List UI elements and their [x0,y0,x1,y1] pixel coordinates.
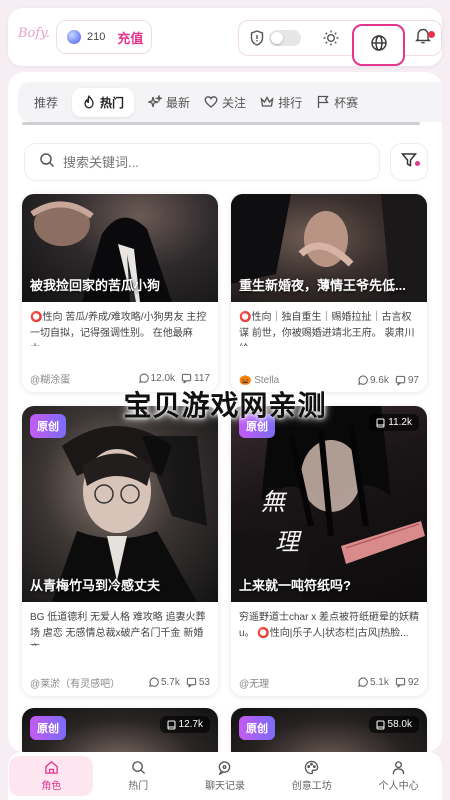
nav-workshop[interactable]: 创意工坊 [270,756,354,796]
mode-toggle[interactable] [269,30,301,46]
bell-icon [415,27,431,49]
tab-recommend[interactable]: 推荐 [34,94,58,111]
search-input[interactable] [63,154,343,170]
character-card[interactable]: 重生新婚夜，薄情王爷先低... ⭕性向｜独自重生｜赐婚拉扯｜古言权谋 前世，你被… [231,194,427,392]
tab-cup[interactable]: 杯赛 [316,94,358,111]
card-author[interactable]: @无理 [239,675,351,690]
palette-icon [305,760,319,775]
card-cover: 原创 从青梅竹马到冷感丈夫 [22,406,218,602]
likes-stat: 5.1k [357,677,389,688]
message-icon [186,677,197,688]
sun-icon[interactable] [321,21,341,55]
chat-bubble-icon [148,677,159,687]
shield-icon[interactable] [249,21,265,55]
character-card[interactable]: 原创 58.0k [231,708,427,752]
nav-characters[interactable]: 角色 [9,756,94,796]
card-title: 从青梅竹马到冷感丈夫 [30,578,161,593]
tabs-scrollbar[interactable] [22,122,420,125]
gem-icon [67,30,81,44]
card-cover: 原创 12.7k [22,708,218,752]
original-badge: 原创 [30,716,66,740]
original-badge: 原创 [239,716,275,740]
likes-stat: 12.0k [138,373,175,384]
read-count: 12.7k [159,716,210,733]
search-icon [131,761,145,775]
chat-bubble-icon [357,677,368,687]
card-description: ⭕性向｜独自重生｜赐婚拉扯｜古言权谋 前世，你被赐婚进靖北王府。 裴肃川给... [239,312,415,346]
card-cover: 重生新婚夜，薄情王爷先低... [231,194,427,302]
tab-follow[interactable]: 关注 [204,94,246,111]
card-meta: @莱淤（有灵感吧） 5.7k 53 [30,675,210,690]
card-description: ⭕性向 苦瓜/养成/难攻略/小狗男友 主控一切自拟，记得强调性别。 在他最麻木.… [30,312,207,346]
recharge-button[interactable]: 充值 [117,28,143,47]
bottom-nav: 角色 热门 聊天记录 创意工坊 个人中心 [8,752,442,800]
character-card[interactable]: 被我捡回家的苦瓜小狗 ⭕性向 苦瓜/养成/难攻略/小狗男友 主控一切自拟，记得强… [22,194,218,392]
card-cover: 原创 58.0k [231,708,427,752]
read-count: 58.0k [368,716,419,733]
sparkle-icon [148,95,163,108]
character-card[interactable]: 原创 从青梅竹马到冷感丈夫 BG 低道德利 无爱人格 难攻略 追妻火葬场 虐恋 … [22,406,218,696]
search-icon [39,152,55,173]
notification-dot [428,31,435,38]
book-icon [376,720,385,729]
cover-calligraphy: 理 [275,528,299,556]
toolbar [238,20,442,66]
globe-icon [370,34,388,57]
coin-balance[interactable]: 210 充值 [56,20,152,54]
flame-icon [84,95,94,109]
top-bar: Bofy. 210 充值 [8,8,442,66]
card-description: 穷遥野道士char x 差点被符纸砸晕的妖精u。 ⭕性向|乐子人|状态栏|古风|… [239,612,420,639]
character-card[interactable]: 原创 11.2k 無 理 上来就一吨符纸吗? 穷遥野道士char x 差点被符纸… [231,406,427,696]
filter-active-dot [415,161,420,166]
likes-stat: 5.7k [148,677,180,688]
card-author[interactable]: @莱淤（有灵感吧） [30,675,142,690]
search-box[interactable] [24,143,380,181]
chat-icon [219,761,231,775]
character-card[interactable]: 原创 12.7k [22,708,218,752]
message-icon [395,677,406,688]
heart-icon [204,96,218,108]
card-title: 被我捡回家的苦瓜小狗 [30,278,161,293]
chats-stat: 92 [395,677,419,688]
tab-hot[interactable]: 热门 [72,87,135,117]
cover-calligraphy: 無 [261,488,285,516]
watermark-overlay: 宝贝游戏网亲测 [123,390,327,421]
filter-button[interactable] [390,143,428,181]
tab-latest[interactable]: 最新 [148,94,190,111]
message-icon [181,373,192,384]
card-meta: @无理 5.1k 92 [239,675,419,690]
nav-chat-history[interactable]: 聊天记录 [183,756,267,796]
language-button[interactable] [352,24,405,66]
card-cover: 原创 11.2k 無 理 上来就一吨符纸吗? [231,406,427,602]
flag-icon [317,95,329,108]
tab-ranking[interactable]: 排行 [260,94,302,111]
home-icon [45,761,58,774]
coin-count: 210 [87,31,106,43]
chat-bubble-icon [138,373,149,383]
notification-button[interactable] [413,21,435,55]
category-tabs: 推荐 热门 最新 关注 排行 杯赛 [18,82,442,122]
nav-profile[interactable]: 个人中心 [357,756,441,796]
card-title: 上来就一吨符纸吗? [239,578,351,593]
book-icon [167,720,176,729]
chats-stat: 53 [186,677,210,688]
card-description: BG 低道德利 无爱人格 难攻略 追妻火葬场 虐恋 无感情总裁x破产名门千金 新… [30,612,206,646]
card-title: 重生新婚夜，薄情王爷先低... [239,278,406,293]
crown-icon [260,96,274,107]
app-logo[interactable]: Bofy. [18,26,50,41]
card-cover: 被我捡回家的苦瓜小狗 [22,194,218,302]
nav-hot[interactable]: 热门 [96,756,180,796]
chats-stat: 117 [181,373,210,384]
user-icon [392,761,405,775]
